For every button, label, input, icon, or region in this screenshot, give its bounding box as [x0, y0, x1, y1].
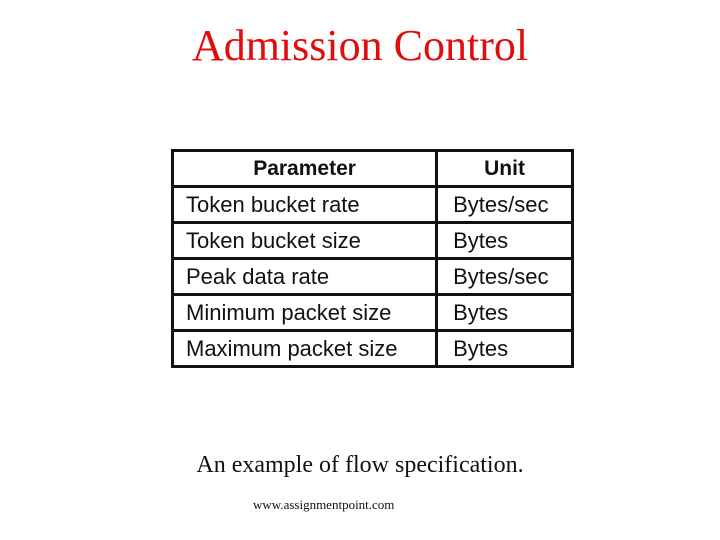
parameter-cell: Token bucket size [170, 221, 439, 260]
table-row: Minimum packet size Bytes [170, 293, 574, 332]
unit-cell: Bytes/sec [435, 185, 574, 224]
table-caption: An example of flow specification. [196, 452, 524, 478]
table-row: Token bucket rate Bytes/sec [170, 185, 574, 224]
table-row: Maximum packet size Bytes [170, 329, 574, 368]
parameter-cell: Maximum packet size [170, 329, 439, 368]
table-header-row: Parameter Unit [170, 149, 574, 188]
unit-cell: Bytes/sec [435, 257, 574, 296]
parameter-cell: Peak data rate [170, 257, 439, 296]
table-row: Peak data rate Bytes/sec [170, 257, 574, 296]
source-url: www.assignmentpoint.com [253, 497, 395, 512]
unit-cell: Bytes [435, 329, 574, 368]
flow-spec-table: Parameter Unit Token bucket rate Bytes/s… [170, 149, 574, 368]
unit-cell: Bytes [435, 221, 574, 260]
unit-cell: Bytes [435, 293, 574, 332]
slide-title: Admission Control [191, 21, 529, 70]
header-parameter: Parameter [170, 149, 439, 188]
parameter-cell: Minimum packet size [170, 293, 439, 332]
header-unit: Unit [435, 149, 574, 188]
table-row: Token bucket size Bytes [170, 221, 574, 260]
parameter-cell: Token bucket rate [170, 185, 439, 224]
